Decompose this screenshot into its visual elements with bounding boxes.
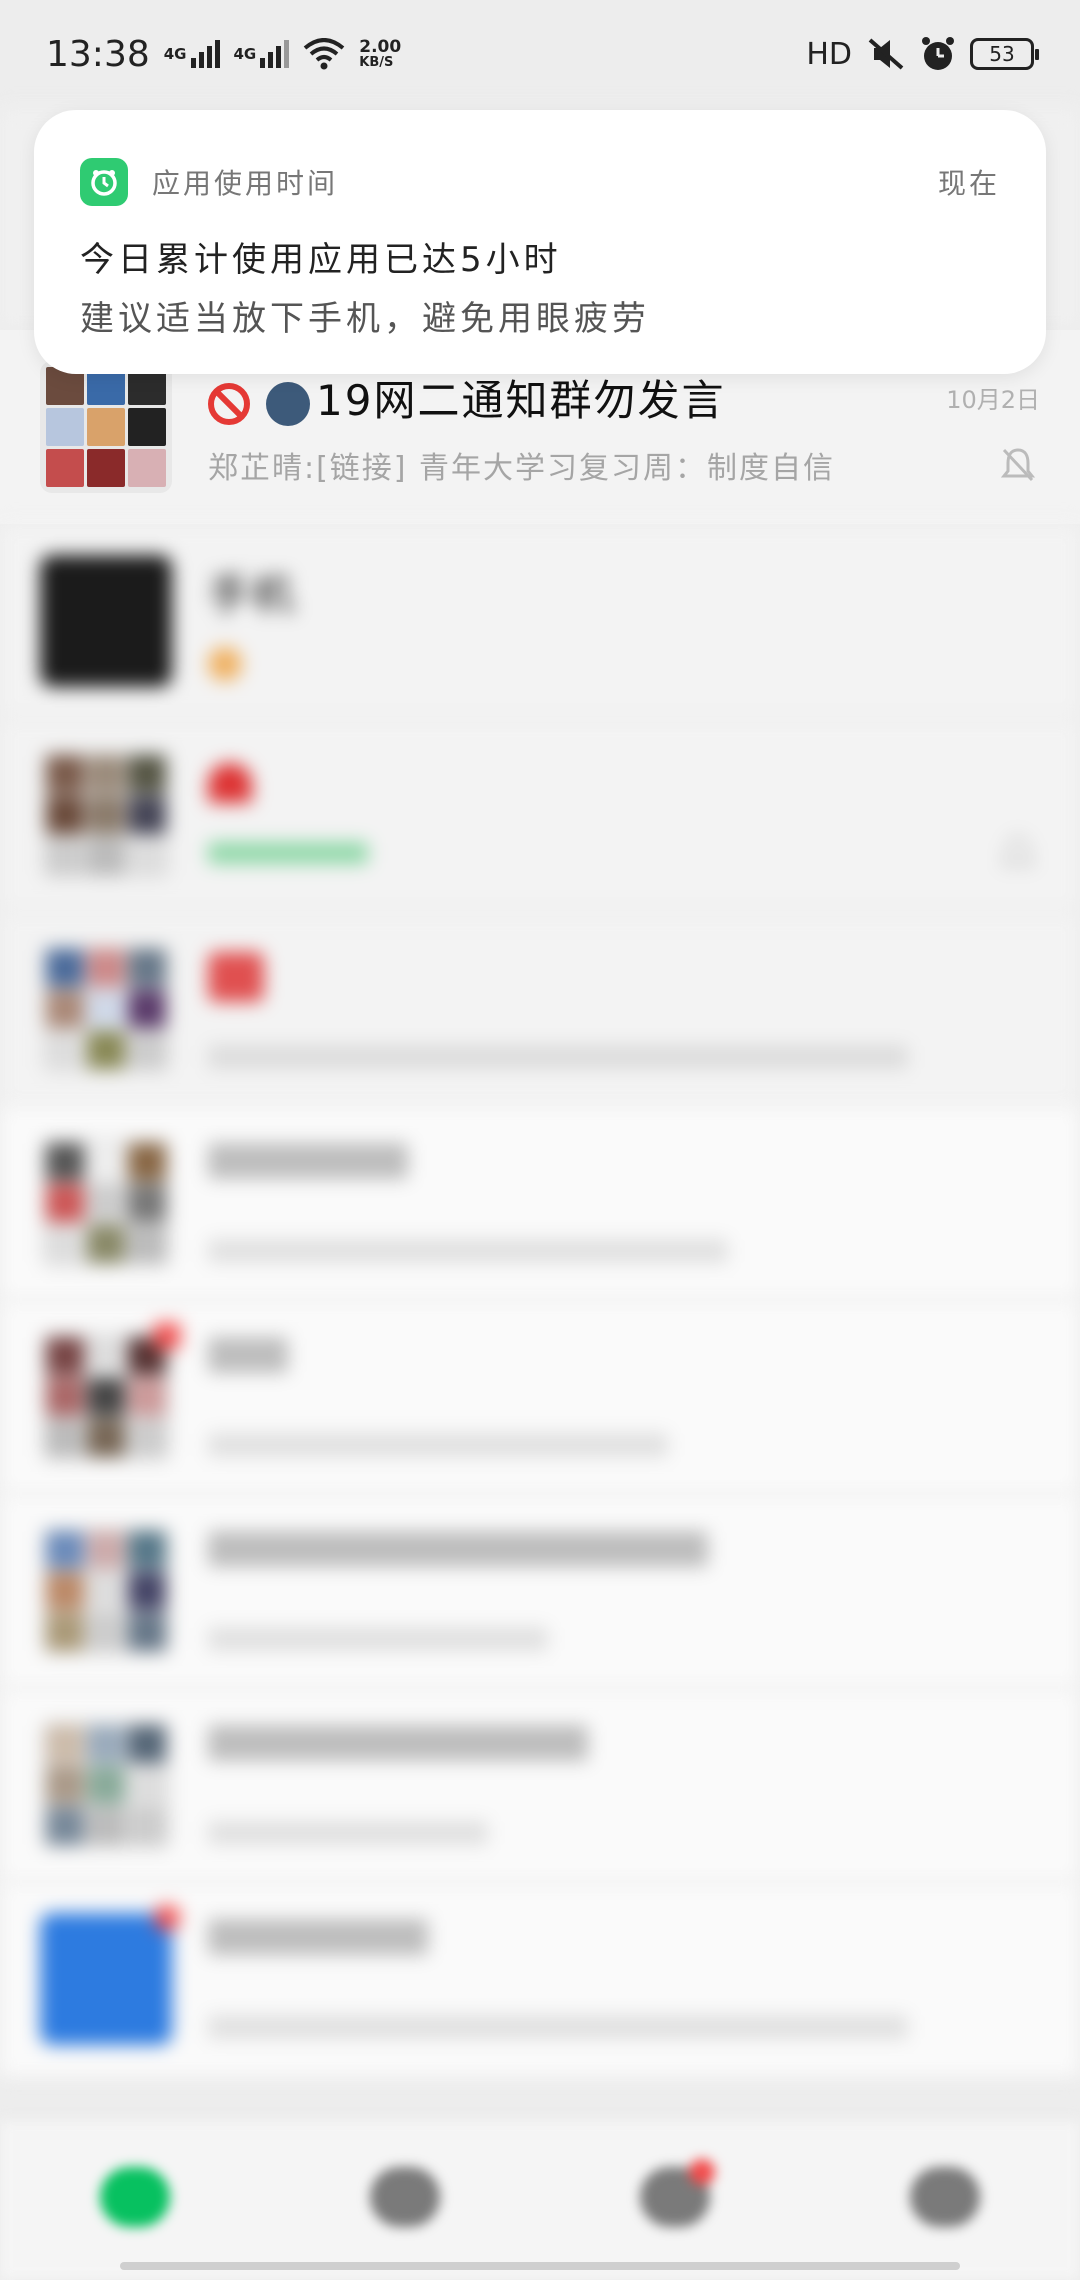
group-avatar <box>40 1137 172 1269</box>
draft-tag <box>208 842 368 864</box>
battery-icon: 53 <box>970 38 1039 70</box>
chat-title <box>208 755 252 804</box>
heart-icon <box>208 762 252 803</box>
no-entry-icon <box>208 382 250 425</box>
muted-bell-icon <box>996 831 1040 875</box>
chat-title <box>208 1143 408 1179</box>
chat-row[interactable] <box>0 1300 1080 1494</box>
net-speed: 2.00 KB/S <box>359 37 402 70</box>
bottom-nav <box>0 2120 1080 2280</box>
chat-time: 10月2日 <box>946 386 1040 414</box>
tab-me[interactable] <box>845 2166 1045 2235</box>
group-avatar <box>40 749 172 881</box>
group-avatar <box>40 1719 172 1851</box>
chat-preview: 郑芷晴:[链接] 青年大学习复习周：制度自信 <box>208 451 836 486</box>
chat-row[interactable] <box>0 1494 1080 1688</box>
status-time: 13:38 <box>46 33 150 75</box>
emoji-icon <box>208 647 242 681</box>
chat-row[interactable] <box>0 1106 1080 1300</box>
notification-card[interactable]: 应用使用时间 现在 今日累计使用应用已达5小时 建议适当放下手机，避免用眼疲劳 <box>34 110 1046 374</box>
notification-app-name: 应用使用时间 <box>152 167 339 200</box>
mute-icon <box>868 38 904 70</box>
notification-text: 建议适当放下手机，避免用眼疲劳 <box>80 299 650 339</box>
chat-row[interactable]: 手机 <box>0 524 1080 718</box>
tab-chats[interactable] <box>35 2166 235 2235</box>
chat-bubble-icon <box>100 2166 170 2227</box>
discover-badge <box>689 2158 715 2185</box>
chat-preview <box>208 1239 728 1263</box>
home-indicator <box>120 2262 960 2270</box>
chat-title: 19网二通知群勿发言 <box>208 367 725 428</box>
chat-row[interactable] <box>0 1688 1080 1882</box>
cell-signal-icon: 4G <box>234 40 290 68</box>
contacts-icon <box>370 2166 440 2227</box>
tab-discover[interactable] <box>575 2158 775 2235</box>
person-icon <box>910 2166 980 2227</box>
group-avatar <box>40 361 172 493</box>
notification-title: 今日累计使用应用已达5小时 <box>80 240 562 280</box>
chat-preview <box>208 1627 548 1651</box>
notification-time: 现在 <box>937 167 1000 200</box>
speaking-head-icon <box>266 381 310 426</box>
unread-badge <box>154 1905 180 1931</box>
chat-row[interactable] <box>0 912 1080 1106</box>
status-bar: 13:38 4G 4G 2.00 KB/S HD 53 <box>0 0 1080 108</box>
chat-title <box>208 1337 288 1373</box>
cell-signal-icon: 4G <box>164 40 220 68</box>
service-avatar <box>40 1905 180 2045</box>
chat-row[interactable] <box>0 1882 1080 2076</box>
group-avatar <box>40 1525 172 1657</box>
screen-time-icon <box>80 158 128 206</box>
red-sticker-icon <box>208 951 264 1002</box>
muted-bell-icon <box>996 443 1040 487</box>
hd-indicator: HD <box>806 36 852 72</box>
chat-row[interactable] <box>0 718 1080 912</box>
avatar <box>40 555 172 687</box>
chat-list: 19网二通知群勿发言 10月2日 郑芷晴:[链接] 青年大学习复习周：制度自信 … <box>0 330 1080 2076</box>
chat-title <box>208 1725 588 1761</box>
chat-title: 手机 <box>208 570 297 619</box>
chat-preview <box>208 1433 668 1457</box>
chat-preview <box>208 1821 488 1845</box>
alarm-icon <box>922 37 954 70</box>
unread-badge <box>154 1323 180 1349</box>
tab-contacts[interactable] <box>305 2166 505 2235</box>
group-avatar <box>40 1323 180 1463</box>
chat-preview <box>208 1045 908 1069</box>
group-avatar <box>40 943 172 1075</box>
chat-title <box>208 1919 428 1955</box>
wifi-icon <box>303 38 345 70</box>
chat-title <box>208 949 264 1002</box>
chat-preview <box>208 2015 908 2039</box>
chat-list-background: 19网二通知群勿发言 10月2日 郑芷晴:[链接] 青年大学习复习周：制度自信 … <box>0 108 1080 2280</box>
chat-title <box>208 1531 708 1567</box>
